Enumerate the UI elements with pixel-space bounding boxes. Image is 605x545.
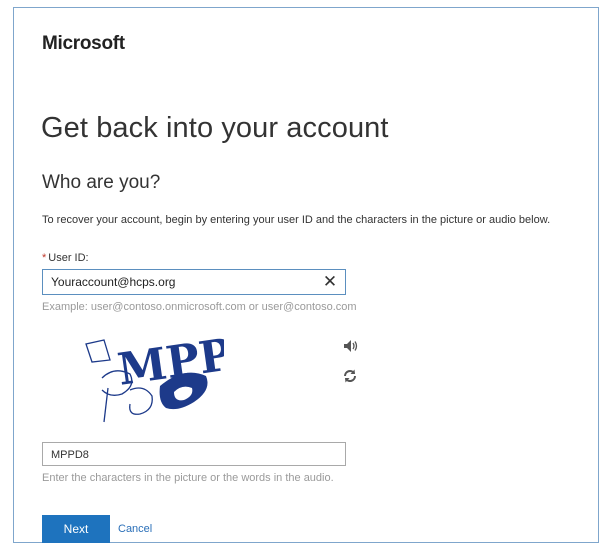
user-id-example: Example: user@contoso.onmicrosoft.com or…	[42, 301, 357, 313]
captcha-tools	[342, 338, 358, 398]
next-button[interactable]: Next	[42, 515, 110, 543]
user-id-label: * User ID:	[42, 252, 89, 264]
page-title: Get back into your account	[41, 112, 389, 144]
speaker-icon[interactable]	[342, 338, 358, 354]
required-marker: *	[42, 252, 47, 264]
captcha-field[interactable]	[42, 442, 346, 466]
user-id-field[interactable]: ✕	[42, 269, 346, 295]
microsoft-logo-text: Microsoft	[42, 33, 125, 54]
page-subtitle: Who are you?	[42, 172, 161, 193]
captcha-image: MPPD8	[74, 320, 304, 426]
captcha-input[interactable]	[51, 447, 331, 462]
captcha-hint: Enter the characters in the picture or t…	[42, 472, 334, 484]
close-icon[interactable]: ✕	[321, 273, 339, 291]
instructions-text: To recover your account, begin by enteri…	[42, 214, 551, 226]
recovery-panel: Microsoft Get back into your account Who…	[13, 7, 599, 543]
user-id-input[interactable]	[51, 274, 311, 290]
refresh-icon[interactable]	[342, 368, 358, 384]
cancel-link[interactable]: Cancel	[118, 523, 152, 535]
user-id-label-text: User ID:	[48, 252, 89, 264]
